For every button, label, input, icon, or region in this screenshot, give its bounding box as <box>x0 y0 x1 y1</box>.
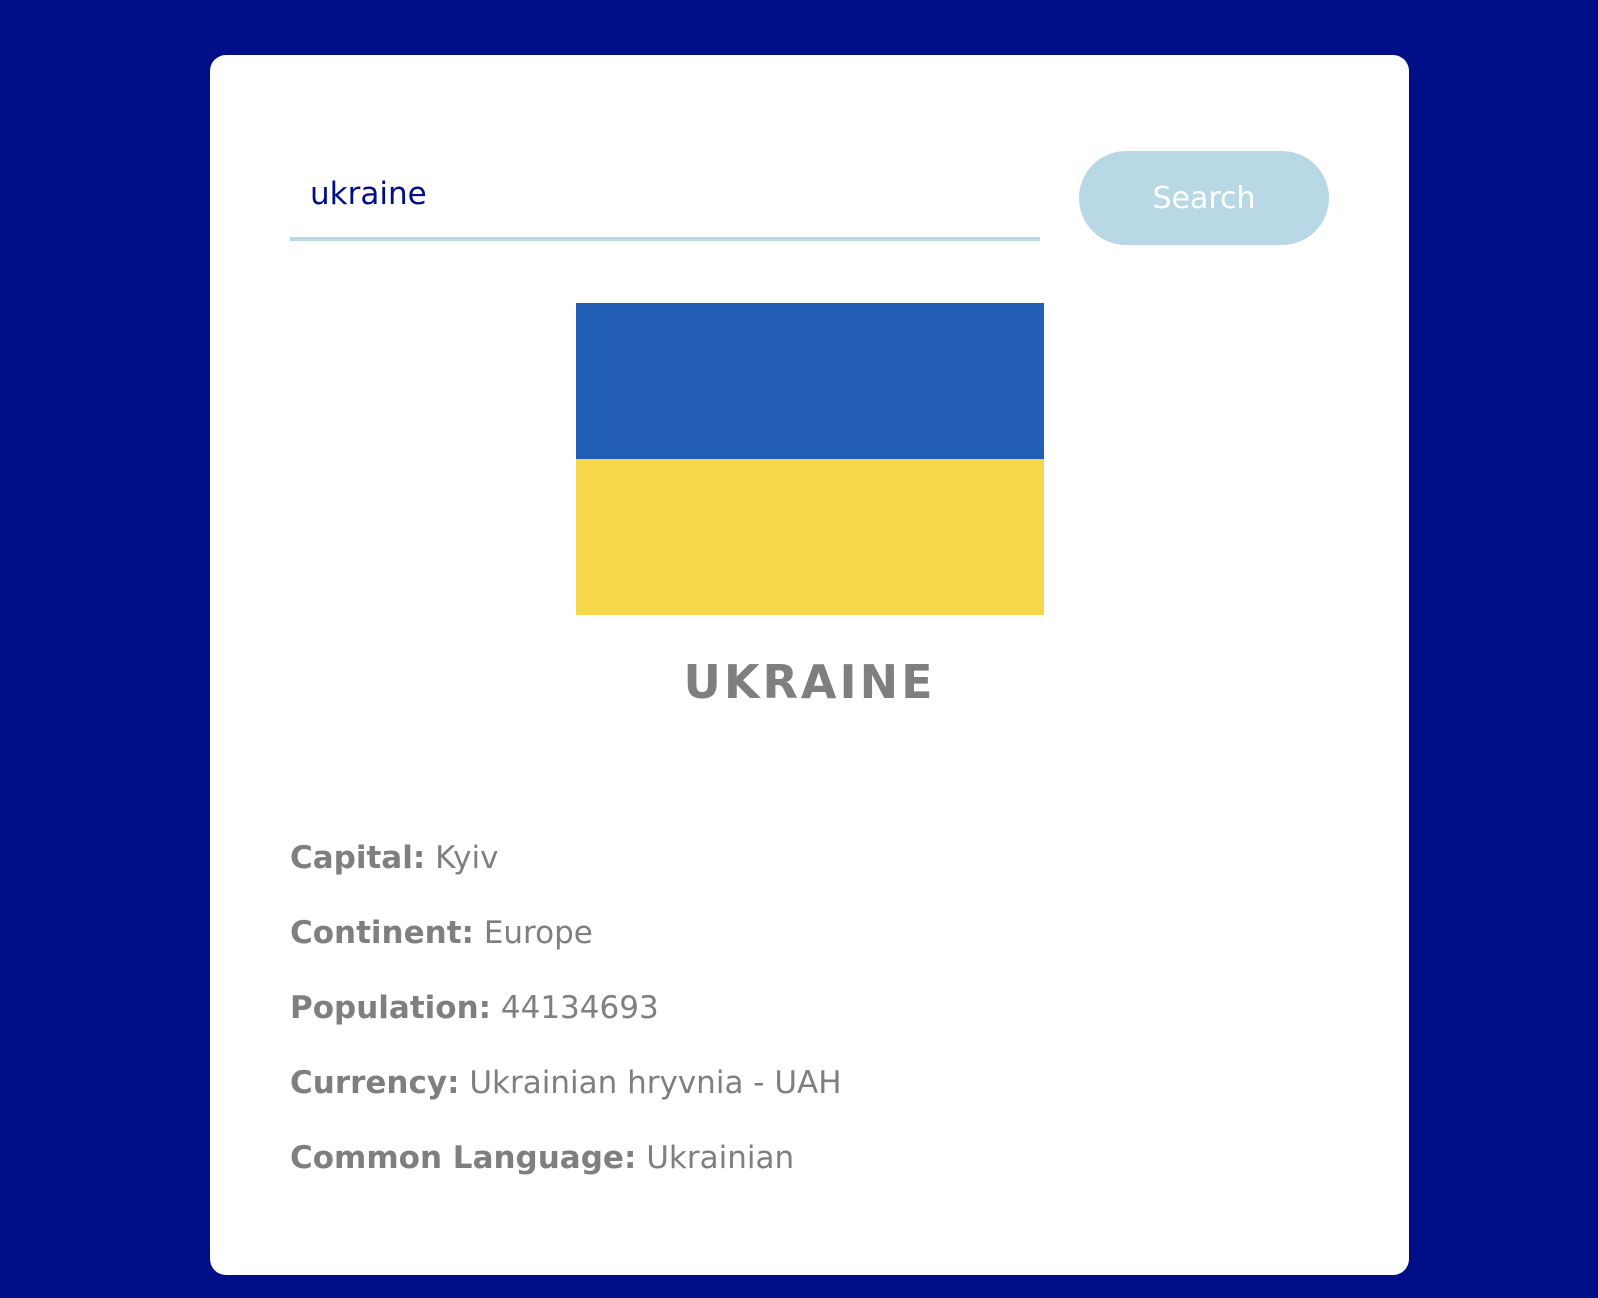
detail-capital: Capital: Kyiv <box>290 840 1330 915</box>
detail-currency: Currency: Ukrainian hryvnia - UAH <box>290 1065 1330 1140</box>
search-button[interactable]: Search <box>1079 151 1329 245</box>
flag-bottom-stripe <box>576 459 1044 615</box>
detail-label: Population: <box>290 990 492 1026</box>
country-flag <box>576 303 1044 615</box>
detail-label: Common Language: <box>290 1140 637 1176</box>
detail-continent: Continent: Europe <box>290 915 1330 990</box>
detail-value: 44134693 <box>500 990 659 1026</box>
country-card: Search UKRAINE Capital: Kyiv Continent: … <box>210 55 1409 1275</box>
detail-label: Capital: <box>290 840 426 876</box>
detail-value: Kyiv <box>435 840 499 876</box>
flag-top-stripe <box>576 303 1044 459</box>
detail-value: Europe <box>483 915 593 951</box>
country-name: UKRAINE <box>683 655 936 709</box>
search-bar: Search <box>290 151 1329 247</box>
detail-label: Continent: <box>290 915 474 951</box>
detail-value: Ukrainian hryvnia - UAH <box>469 1065 842 1101</box>
detail-label: Currency: <box>290 1065 460 1101</box>
detail-population: Population: 44134693 <box>290 990 1330 1065</box>
country-details: Capital: Kyiv Continent: Europe Populati… <box>290 840 1330 1215</box>
search-input[interactable] <box>290 151 1040 241</box>
detail-value: Ukrainian <box>646 1140 795 1176</box>
detail-common-language: Common Language: Ukrainian <box>290 1140 1330 1215</box>
